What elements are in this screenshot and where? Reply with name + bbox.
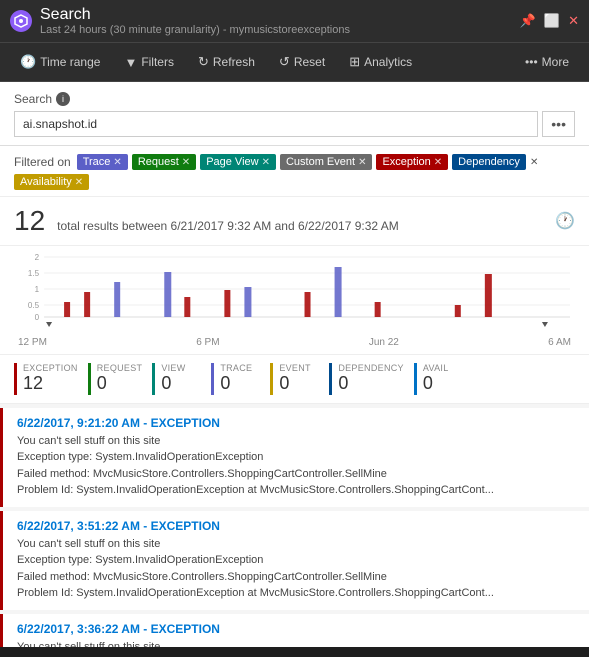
svg-text:1: 1 [35,285,40,294]
reset-button[interactable]: ↺ Reset [269,49,335,75]
stats-row: EXCEPTION 12 REQUEST 0 VIEW 0 TRACE 0 EV… [0,355,589,404]
refresh-label: Refresh [213,55,255,69]
time-range-label: Time range [40,55,100,69]
result-item[interactable]: 6/22/2017, 3:51:22 AM - EXCEPTION You ca… [0,511,589,610]
result-item-header: 6/22/2017, 3:36:22 AM - EXCEPTION [17,622,575,636]
filter-tag-request[interactable]: Request ✕ [132,154,196,170]
filters-label: Filters [141,55,174,69]
stat-view-label: VIEW [161,363,201,373]
filter-tag-trace[interactable]: Trace ✕ [77,154,128,170]
more-button[interactable]: ••• More [515,50,579,74]
stat-request-value: 0 [97,373,143,395]
search-section: Search i ••• [0,82,589,146]
search-options-button[interactable]: ••• [542,111,575,137]
window-title: Search [40,6,350,24]
search-info-icon[interactable]: i [56,92,70,106]
filter-tag-dependency-close[interactable]: ✕ [530,157,538,168]
toolbar: 🕐 Time range ▼ Filters ↻ Refresh ↺ Reset… [0,43,589,82]
stat-avail-value: 0 [423,373,463,395]
filter-tag-availability-close[interactable]: ✕ [75,177,83,188]
filter-tag-dependency[interactable]: Dependency [452,154,526,170]
refresh-icon: ↻ [198,54,209,70]
pin-button[interactable]: 📌 [520,13,536,29]
stat-avail-label: AVAIL [423,363,463,373]
stat-trace-value: 0 [220,373,260,395]
result-item-body: You can't sell stuff on this site Except… [17,433,575,499]
filter-tag-custom-label: Custom Event [286,156,355,168]
stat-dependency: DEPENDENCY 0 [329,363,410,395]
stat-event-value: 0 [279,373,319,395]
result-item-header: 6/22/2017, 3:51:22 AM - EXCEPTION [17,519,575,533]
filter-row: Filtered on Trace ✕ Request ✕ Page View … [0,146,589,197]
stat-request: REQUEST 0 [88,363,149,395]
filter-tag-request-label: Request [138,156,179,168]
filter-tag-dependency-label: Dependency [458,156,520,168]
stat-exception-label: EXCEPTION [23,363,78,373]
filter-tag-pageview[interactable]: Page View ✕ [200,154,276,170]
time-range-button[interactable]: 🕐 Time range [10,49,110,75]
analytics-icon: ⊞ [349,54,360,70]
stat-exception: EXCEPTION 12 [14,363,84,395]
filter-tag-availability[interactable]: Availability ✕ [14,174,89,190]
chart-section: 2 1.5 1 0.5 0 12 PM 6 PM Jun 22 [0,246,589,355]
filter-icon: ▼ [124,55,137,70]
stat-trace-label: TRACE [220,363,260,373]
main-content: Search i ••• Filtered on Trace ✕ Request… [0,82,589,647]
stat-exception-value: 12 [23,373,78,395]
results-header: 12 total results between 6/21/2017 9:32 … [0,197,589,246]
svg-text:2: 2 [35,253,40,262]
filter-tag-availability-label: Availability [20,176,72,188]
filter-tag-exception[interactable]: Exception ✕ [376,154,448,170]
filter-tag-custom[interactable]: Custom Event ✕ [280,154,372,170]
results-text: total results between 6/21/2017 9:32 AM … [57,219,399,233]
filter-tag-trace-close[interactable]: ✕ [113,157,121,168]
refresh-button[interactable]: ↻ Refresh [188,49,265,75]
filter-tag-request-close[interactable]: ✕ [182,157,190,168]
results-list: 6/22/2017, 9:21:20 AM - EXCEPTION You ca… [0,408,589,647]
stat-event: EVENT 0 [270,363,325,395]
analytics-button[interactable]: ⊞ Analytics [339,49,422,75]
restore-button[interactable]: ⬜ [544,13,560,29]
filter-tag-pageview-label: Page View [206,156,258,168]
stat-request-label: REQUEST [97,363,143,373]
stat-trace: TRACE 0 [211,363,266,395]
stat-dependency-label: DEPENDENCY [338,363,404,373]
results-chart: 2 1.5 1 0.5 0 [14,252,575,332]
filter-tag-custom-close[interactable]: ✕ [358,157,366,168]
analytics-label: Analytics [364,55,412,69]
svg-text:0.5: 0.5 [28,301,40,310]
search-label-text: Search [14,92,52,106]
stat-view: VIEW 0 [152,363,207,395]
search-input[interactable] [14,111,538,137]
result-item-header: 6/22/2017, 9:21:20 AM - EXCEPTION [17,416,575,430]
filtered-on-label: Filtered on [14,155,71,169]
stat-event-label: EVENT [279,363,319,373]
window-subtitle: Last 24 hours (30 minute granularity) - … [40,24,350,36]
stat-avail: AVAIL 0 [414,363,469,395]
filters-button[interactable]: ▼ Filters [114,50,184,75]
results-count: 12 [14,205,45,237]
filter-tag-trace-label: Trace [83,156,111,168]
title-bar: Search Last 24 hours (30 minute granular… [0,0,589,43]
stat-dependency-value: 0 [338,373,404,395]
close-button[interactable]: ✕ [568,13,579,29]
filter-tag-exception-close[interactable]: ✕ [434,157,442,168]
result-item[interactable]: 6/22/2017, 3:36:22 AM - EXCEPTION You ca… [0,614,589,647]
filter-tag-exception-label: Exception [382,156,430,168]
reset-label: Reset [294,55,325,69]
reset-icon: ↺ [279,54,290,70]
filter-tag-pageview-close[interactable]: ✕ [262,157,270,168]
chart-x-labels: 12 PM 6 PM Jun 22 6 AM [14,335,575,348]
svg-text:1.5: 1.5 [28,269,40,278]
more-label: More [542,55,569,69]
svg-text:0: 0 [35,313,40,322]
result-item[interactable]: 6/22/2017, 9:21:20 AM - EXCEPTION You ca… [0,408,589,507]
app-icon [10,10,32,32]
result-item-body: You can't sell stuff on this site Except… [17,536,575,602]
clock-icon: 🕐 [20,54,36,70]
result-item-body: You can't sell stuff on this site Except… [17,639,575,647]
stat-view-value: 0 [161,373,201,395]
more-dots-icon: ••• [525,55,538,69]
history-icon[interactable]: 🕐 [555,211,575,231]
